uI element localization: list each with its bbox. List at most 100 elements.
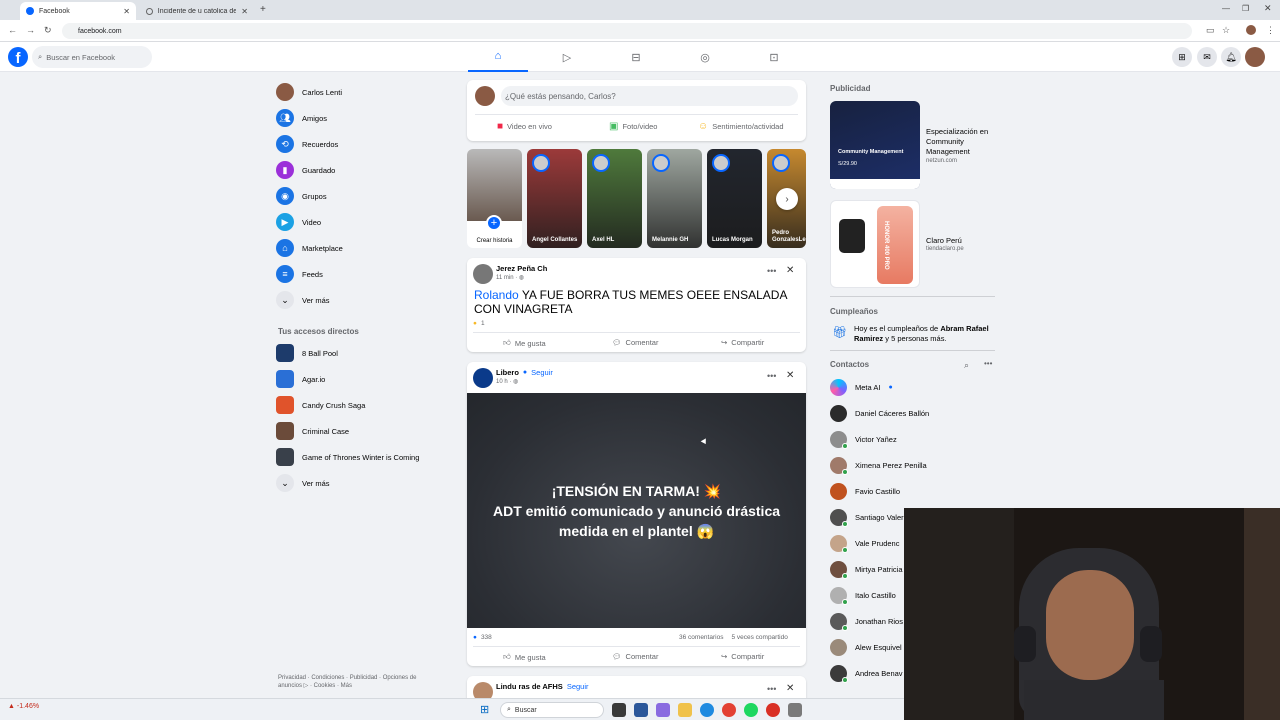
search-input[interactable]: ⌕ Buscar en Facebook xyxy=(32,46,152,68)
nav-video[interactable]: ▷ xyxy=(537,42,597,72)
post-author[interactable]: Lindu ras de AFHS xyxy=(496,682,563,691)
photo-video-button[interactable]: ▣ Foto/video xyxy=(609,121,657,132)
reaction-summary[interactable]: ● 1 xyxy=(473,320,485,327)
sidebar-item-recuerdos[interactable]: ⟲ Recuerdos xyxy=(276,133,446,155)
post-menu-icon[interactable]: ••• xyxy=(767,371,776,381)
sidebar-item-guardado[interactable]: ▮ Guardado xyxy=(276,159,446,181)
maximize-icon[interactable]: ❐ xyxy=(1242,4,1249,13)
story-card[interactable]: Melannie GH xyxy=(647,149,702,248)
close-tab-icon[interactable]: ✕ xyxy=(123,7,130,16)
bookmark-star-icon[interactable]: ☆ xyxy=(1222,25,1230,36)
stock-widget[interactable]: ▲ -1.46% xyxy=(8,703,39,710)
new-tab-icon[interactable]: + xyxy=(260,4,266,15)
menu-dots-icon[interactable]: ⋮ xyxy=(1266,25,1275,36)
sidebar-item-marketplace[interactable]: ⌂ Marketplace xyxy=(276,237,446,259)
contact-item[interactable]: Ximena Perez Penilla xyxy=(830,454,927,476)
cast-icon[interactable]: ▭ xyxy=(1206,25,1215,36)
sidebar-item-amigos[interactable]: 👥︎ Amigos xyxy=(276,107,446,129)
story-card[interactable]: Angel Collantes xyxy=(527,149,582,248)
taskbar-search[interactable]: ⌕ Buscar xyxy=(500,702,604,718)
contact-item[interactable]: Meta AI ● xyxy=(830,376,893,398)
post-menu-icon[interactable]: ••• xyxy=(767,684,776,694)
sidebar-item-grupos[interactable]: ◉ Grupos xyxy=(276,185,446,207)
post-author[interactable]: Jerez Peña Ch xyxy=(496,264,547,273)
app-icon[interactable] xyxy=(634,703,648,717)
birthday-text[interactable]: Hoy es el cumpleaños de Abram Rafael Ram… xyxy=(854,324,994,344)
post-menu-icon[interactable]: ••• xyxy=(767,266,776,276)
reload-icon[interactable]: ↻ xyxy=(44,25,52,36)
messenger-button[interactable]: ✉ xyxy=(1197,47,1217,67)
post-author-avatar[interactable] xyxy=(473,264,493,284)
ad-image-claro[interactable]: HONOR 400 PRO xyxy=(830,200,920,288)
chrome-profile-icon[interactable] xyxy=(766,703,780,717)
hide-post-icon[interactable]: ✕ xyxy=(786,683,794,694)
file-explorer-icon[interactable] xyxy=(678,703,692,717)
story-card[interactable]: Axel HL xyxy=(587,149,642,248)
post-image[interactable]: ¡TENSIÓN EN TARMA! 💥 ADT emitió comunica… xyxy=(467,393,806,628)
add-story-icon[interactable]: + xyxy=(486,215,502,231)
stories-next-button[interactable]: › xyxy=(776,188,798,210)
share-button[interactable]: ↪ Compartir xyxy=(721,338,764,347)
shortcut-candy-crush-saga[interactable]: Candy Crush Saga xyxy=(276,394,446,416)
hide-post-icon[interactable]: ✕ xyxy=(786,265,794,276)
contact-item[interactable]: Santiago Valer xyxy=(830,506,904,528)
follow-button[interactable]: Seguir xyxy=(531,368,553,377)
feeling-button[interactable]: ☺ Sentimiento/actividad xyxy=(698,121,784,132)
like-button[interactable]: 👍︎ Me gusta xyxy=(503,338,546,348)
nav-groups[interactable]: ◎ xyxy=(675,42,735,72)
comments-count[interactable]: 36 comentarios xyxy=(679,634,723,641)
follow-button[interactable]: Seguir xyxy=(567,682,589,691)
notifications-button[interactable]: 🔔︎ xyxy=(1221,47,1241,67)
ad-title[interactable]: Claro Perú xyxy=(926,236,962,245)
app-icon[interactable] xyxy=(788,703,802,717)
close-tab-icon[interactable]: ✕ xyxy=(241,7,248,16)
post-author[interactable]: Libero xyxy=(496,368,519,377)
post-author-avatar[interactable] xyxy=(473,368,493,388)
tab-facebook[interactable]: Facebook ✕ xyxy=(20,2,136,20)
nav-marketplace[interactable]: ⊟ xyxy=(606,42,666,72)
contact-item[interactable]: Alew Esquivel xyxy=(830,636,902,658)
live-video-button[interactable]: ■ Video en vivo xyxy=(497,121,552,132)
contact-item[interactable]: Favio Castillo xyxy=(830,480,900,502)
contact-item[interactable]: Victor Yañez xyxy=(830,428,897,450)
ad-title[interactable]: Especialización en Community Management xyxy=(926,127,996,157)
menu-grid-button[interactable]: ⊞ xyxy=(1172,47,1192,67)
contact-item[interactable]: Mirtya Patricia xyxy=(830,558,903,580)
contact-item[interactable]: Jonathan Rios xyxy=(830,610,903,632)
reaction-summary[interactable]: ● 338 xyxy=(473,634,492,641)
sidebar-item-video[interactable]: ▶ Video xyxy=(276,211,446,233)
close-window-icon[interactable]: ✕ xyxy=(1264,3,1272,14)
tab-incidente[interactable]: Incidente de u catolica de chile ✕ xyxy=(140,2,254,20)
contact-item[interactable]: Italo Castillo xyxy=(830,584,896,606)
hide-post-icon[interactable]: ✕ xyxy=(786,370,794,381)
composer-input[interactable]: ¿Qué estás pensando, Carlos? xyxy=(501,86,798,106)
sidebar-item-carlos-lenti[interactable]: Carlos Lenti xyxy=(276,81,446,103)
like-button[interactable]: 👍︎ Me gusta xyxy=(503,652,546,662)
mention-link[interactable]: Rolando xyxy=(474,288,519,302)
story-card[interactable]: Lucas Morgan xyxy=(707,149,762,248)
chrome-icon[interactable] xyxy=(722,703,736,717)
sidebar-footer[interactable]: Privacidad · Condiciones · Publicidad · … xyxy=(278,674,438,690)
sidebar-item-ver-más[interactable]: ⌄ Ver más xyxy=(276,289,446,311)
shortcut-ver-m-s[interactable]: ⌄ Ver más xyxy=(276,472,446,494)
edge-icon[interactable] xyxy=(700,703,714,717)
account-avatar-button[interactable] xyxy=(1245,47,1265,67)
shares-count[interactable]: 5 veces compartido xyxy=(731,634,787,641)
task-view-icon[interactable] xyxy=(612,703,626,717)
nav-home[interactable]: ⌂ xyxy=(468,42,528,72)
shortcut-game-of-thrones-winter-is-coming[interactable]: Game of Thrones Winter is Coming xyxy=(276,446,446,468)
nav-gaming[interactable]: ⊡ xyxy=(744,42,804,72)
windows-start-icon[interactable]: ⊞ xyxy=(480,703,489,716)
share-button[interactable]: ↪ Compartir xyxy=(721,652,764,661)
contact-item[interactable]: Andrea Benav xyxy=(830,662,903,684)
shortcut-8-ball-pool[interactable]: 8 Ball Pool xyxy=(276,342,446,364)
comment-button[interactable]: 💬︎ Comentar xyxy=(612,338,658,347)
contacts-menu-icon[interactable]: ••• xyxy=(984,359,992,368)
minimize-icon[interactable]: — xyxy=(1222,4,1230,13)
sidebar-item-feeds[interactable]: ≡ Feeds xyxy=(276,263,446,285)
contact-item[interactable]: Vale Prudenc xyxy=(830,532,899,554)
spotify-icon[interactable] xyxy=(744,703,758,717)
ad-image-netzun[interactable]: Community Management S/29.90 xyxy=(830,101,920,189)
shortcut-criminal-case[interactable]: Criminal Case xyxy=(276,420,446,442)
facebook-logo-icon[interactable]: f xyxy=(8,47,28,67)
